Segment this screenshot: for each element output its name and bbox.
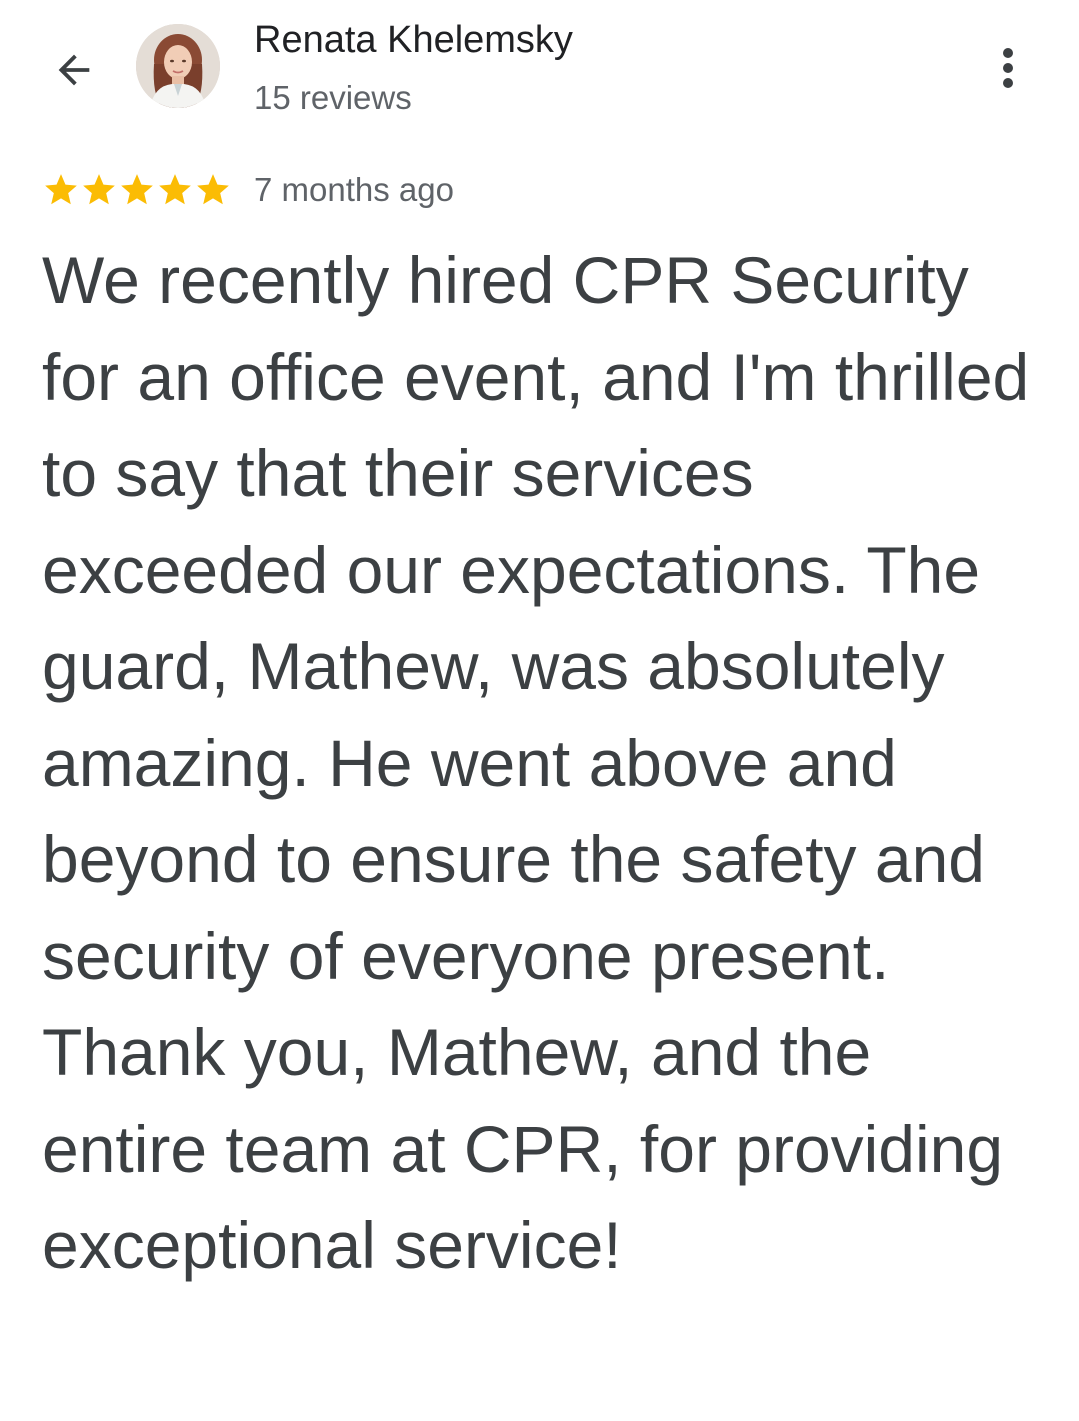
back-button[interactable]	[42, 38, 106, 102]
rating-row: 7 months ago	[42, 168, 454, 212]
star-icon	[83, 174, 115, 205]
review-date: 7 months ago	[254, 171, 454, 208]
review-text: We recently hired CPR Security for an of…	[42, 243, 1030, 1282]
more-options-button[interactable]	[980, 38, 1036, 98]
review-count: 15 reviews	[254, 79, 412, 116]
reviewer-name[interactable]: Renata Khelemsky	[254, 18, 573, 62]
more-vert-icon	[1003, 48, 1013, 88]
review-header: Renata Khelemsky 15 reviews	[0, 0, 1079, 140]
star-rating	[42, 168, 232, 212]
star-icon	[197, 174, 229, 205]
reviewer-avatar-image	[136, 24, 220, 108]
avatar[interactable]	[136, 24, 220, 108]
star-icon	[121, 174, 153, 205]
star-icon	[159, 174, 191, 205]
arrow-left-icon	[58, 54, 90, 86]
star-icon	[45, 174, 77, 205]
